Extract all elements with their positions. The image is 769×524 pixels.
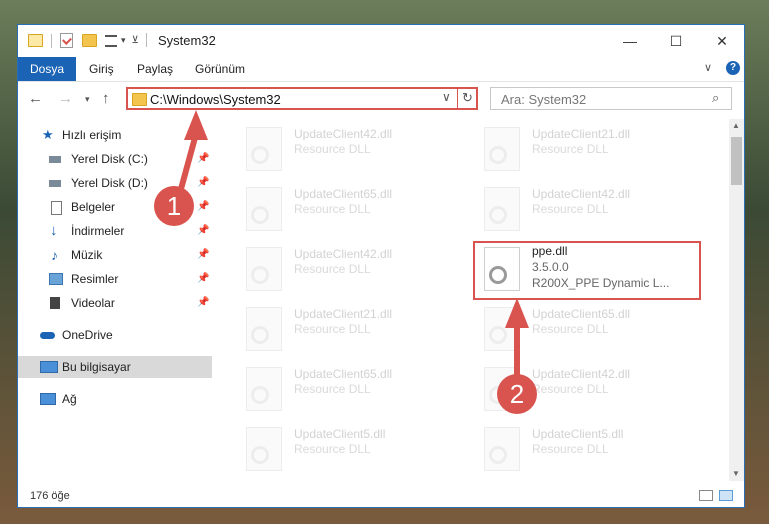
arrow-1-head (184, 110, 208, 140)
callout-2: 2 (497, 374, 537, 414)
annotation-overlay (175, 110, 529, 380)
callout-1: 1 (154, 186, 194, 226)
arrow-2-head (505, 298, 529, 328)
